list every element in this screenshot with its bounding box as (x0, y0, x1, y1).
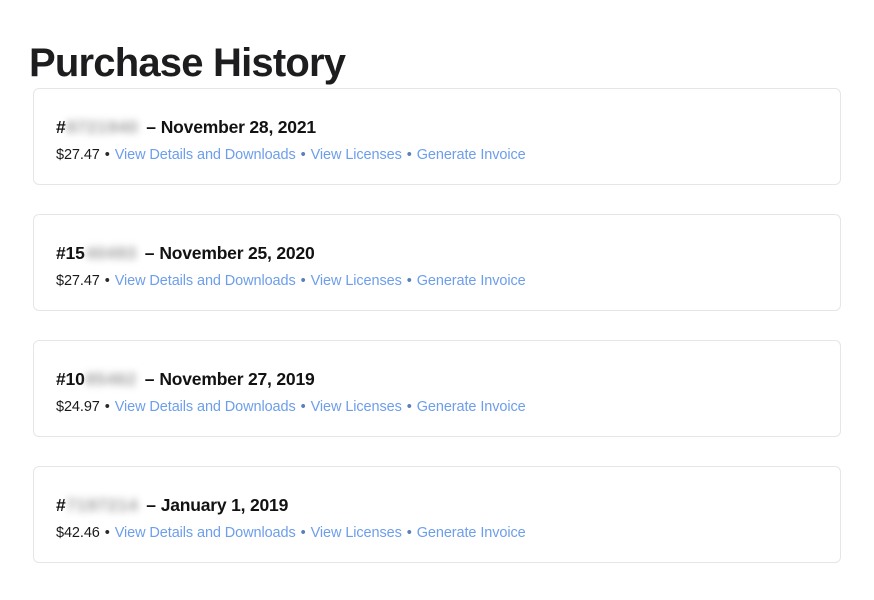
view-licenses-link[interactable]: View Licenses (311, 273, 402, 289)
meta-bullet: • (100, 147, 115, 163)
heading-dash: – (138, 367, 160, 391)
order-meta: $27.47•View Details and Downloads•View L… (56, 145, 818, 165)
order-number-redacted: 7197214 (67, 493, 139, 517)
view-details-link[interactable]: View Details and Downloads (115, 147, 296, 163)
meta-bullet: • (296, 147, 311, 163)
view-details-link[interactable]: View Details and Downloads (115, 399, 296, 415)
order-heading: #1540493 – November 25, 2020 (56, 241, 818, 265)
order-meta: $27.47•View Details and Downloads•View L… (56, 271, 818, 291)
order-heading: #7197214 – January 1, 2019 (56, 493, 818, 517)
order-hash-symbol: # (56, 241, 66, 265)
view-details-link[interactable]: View Details and Downloads (115, 525, 296, 541)
generate-invoice-link[interactable]: Generate Invoice (417, 399, 526, 415)
order-price: $27.47 (56, 147, 100, 163)
meta-bullet: • (402, 273, 417, 289)
order-date: January 1, 2019 (161, 493, 288, 517)
heading-dash: – (139, 493, 161, 517)
generate-invoice-link[interactable]: Generate Invoice (417, 525, 526, 541)
view-details-link[interactable]: View Details and Downloads (115, 273, 296, 289)
order-meta: $24.97•View Details and Downloads•View L… (56, 397, 818, 417)
view-licenses-link[interactable]: View Licenses (311, 399, 402, 415)
order-list: #8721940 – November 28, 2021 $27.47•View… (33, 88, 841, 563)
generate-invoice-link[interactable]: Generate Invoice (417, 273, 526, 289)
view-licenses-link[interactable]: View Licenses (311, 525, 402, 541)
order-card[interactable]: #1540493 – November 25, 2020 $27.47•View… (33, 214, 841, 311)
order-hash-symbol: # (56, 493, 66, 517)
meta-bullet: • (402, 399, 417, 415)
view-licenses-link[interactable]: View Licenses (311, 147, 402, 163)
order-number-redacted: 8721940 (67, 115, 139, 139)
meta-bullet: • (100, 525, 115, 541)
order-meta: $42.46•View Details and Downloads•View L… (56, 523, 818, 543)
order-card[interactable]: #1085462 – November 27, 2019 $24.97•View… (33, 340, 841, 437)
meta-bullet: • (100, 399, 115, 415)
heading-dash: – (139, 115, 161, 139)
order-date: November 27, 2019 (159, 367, 314, 391)
heading-dash: – (138, 241, 160, 265)
order-hash-symbol: # (56, 115, 66, 139)
order-number-redacted: 85462 (86, 367, 137, 391)
order-heading: #1085462 – November 27, 2019 (56, 367, 818, 391)
meta-bullet: • (296, 525, 311, 541)
meta-bullet: • (296, 399, 311, 415)
meta-bullet: • (402, 525, 417, 541)
order-number-redacted: 40493 (86, 241, 137, 265)
meta-bullet: • (296, 273, 311, 289)
order-card[interactable]: #7197214 – January 1, 2019 $42.46•View D… (33, 466, 841, 563)
purchase-history-page: Purchase History #8721940 – November 28,… (0, 0, 874, 600)
meta-bullet: • (100, 273, 115, 289)
order-price: $24.97 (56, 399, 100, 415)
order-number-visible: 15 (66, 241, 85, 265)
order-date: November 25, 2020 (159, 241, 314, 265)
generate-invoice-link[interactable]: Generate Invoice (417, 147, 526, 163)
order-hash-symbol: # (56, 367, 66, 391)
order-heading: #8721940 – November 28, 2021 (56, 115, 818, 139)
meta-bullet: • (402, 147, 417, 163)
order-date: November 28, 2021 (161, 115, 316, 139)
order-number-visible: 10 (66, 367, 85, 391)
order-price: $27.47 (56, 273, 100, 289)
order-card[interactable]: #8721940 – November 28, 2021 $27.47•View… (33, 88, 841, 185)
page-title: Purchase History (29, 39, 345, 87)
order-price: $42.46 (56, 525, 100, 541)
